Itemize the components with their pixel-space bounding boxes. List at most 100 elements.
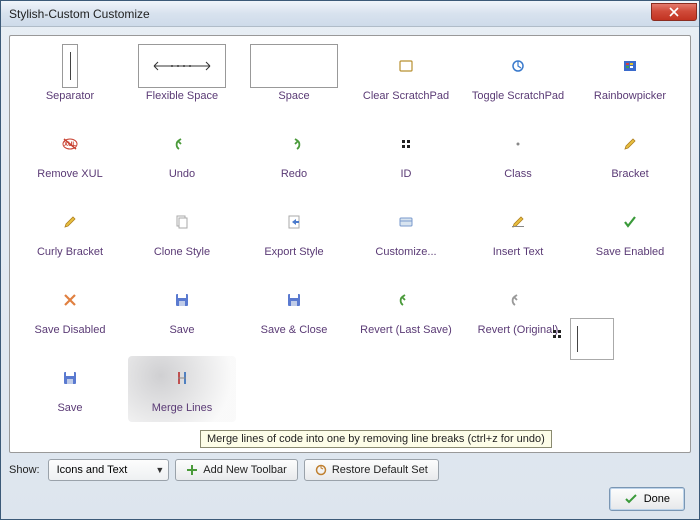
clear-pad-icon — [362, 44, 450, 88]
palette-item[interactable]: Flexible Space — [128, 44, 236, 110]
restore-default-label: Restore Default Set — [332, 464, 428, 476]
export-icon — [250, 200, 338, 244]
palette-item-label: Redo — [281, 168, 307, 180]
palette-item-label: Undo — [169, 168, 195, 180]
palette-item[interactable]: Undo — [128, 122, 236, 188]
palette-item[interactable]: Save Enabled — [576, 200, 684, 266]
blank-icon — [586, 278, 674, 322]
palette-item-label: Bracket — [611, 168, 648, 180]
palette-item[interactable]: Save — [128, 278, 236, 344]
redo-icon — [250, 122, 338, 166]
close-button[interactable] — [651, 3, 697, 21]
palette-item[interactable]: Curly Bracket — [16, 200, 124, 266]
palette-item-label: Separator — [46, 90, 94, 102]
undo-icon — [138, 122, 226, 166]
palette-item-label: Remove XUL — [37, 168, 102, 180]
palette-item-label: Flexible Space — [146, 90, 218, 102]
toolbar-palette: Separator Flexible Space Space Clear Scratc… — [9, 35, 691, 453]
palette-item[interactable]: Rainbowpicker — [576, 44, 684, 110]
bottom-bar: Show: Icons and Text ▼ Add New Toolbar R… — [9, 459, 691, 481]
footer: Done — [9, 481, 691, 511]
palette-item[interactable]: Toggle ScratchPad — [464, 44, 572, 110]
id-icon — [362, 122, 450, 166]
palette-item[interactable]: Clone Style — [128, 200, 236, 266]
separator-icon — [62, 44, 78, 88]
palette-item[interactable]: Export Style — [240, 200, 348, 266]
show-mode-value: Icons and Text — [57, 464, 128, 476]
palette-item-label: Clear ScratchPad — [363, 90, 449, 102]
drag-ghost — [570, 318, 614, 360]
palette-item-label: Toggle ScratchPad — [472, 90, 564, 102]
floppy-icon — [26, 356, 114, 400]
done-label: Done — [644, 493, 670, 505]
palette-item[interactable]: Class — [464, 122, 572, 188]
restore-icon — [315, 464, 327, 476]
window: Stylish-Custom Customize Separator Flexib… — [0, 0, 700, 520]
palette-item[interactable]: Space — [240, 44, 348, 110]
palette-item-label: Customize... — [375, 246, 436, 258]
floppy-icon — [250, 278, 338, 322]
palette-item-label: Export Style — [264, 246, 323, 258]
palette-item[interactable]: ID — [352, 122, 460, 188]
palette-item-label: Rainbowpicker — [594, 90, 666, 102]
flexspace-icon — [138, 44, 226, 88]
x-orange-icon — [26, 278, 114, 322]
blank-icon — [250, 44, 338, 88]
pencil-icon — [26, 200, 114, 244]
restore-default-button[interactable]: Restore Default Set — [304, 459, 439, 481]
pencil-icon — [586, 122, 674, 166]
plus-icon — [186, 464, 198, 476]
done-button[interactable]: Done — [609, 487, 685, 511]
window-title: Stylish-Custom Customize — [9, 7, 651, 21]
palette-item[interactable]: Save & Close — [240, 278, 348, 344]
palette-item[interactable]: Bracket — [576, 122, 684, 188]
palette-item-label: Merge Lines — [152, 402, 213, 414]
palette-item-label: Revert (Last Save) — [360, 324, 452, 336]
check-icon — [624, 492, 638, 506]
palette-item[interactable]: Clear ScratchPad — [352, 44, 460, 110]
palette-item-label: Save Enabled — [596, 246, 665, 258]
client-area: Separator Flexible Space Space Clear Scratc… — [1, 27, 699, 519]
palette-item-label: Clone Style — [154, 246, 210, 258]
palette-item-label: Space — [278, 90, 309, 102]
check-green-icon — [586, 200, 674, 244]
rainbow-icon — [586, 44, 674, 88]
palette-item[interactable]: Save Disabled — [16, 278, 124, 344]
customize-icon — [362, 200, 450, 244]
palette-item[interactable]: Customize... — [352, 200, 460, 266]
merge-icon — [138, 356, 226, 400]
palette-item[interactable]: Revert (Last Save) — [352, 278, 460, 344]
palette-item[interactable]: Insert Text — [464, 200, 572, 266]
clone-icon — [138, 200, 226, 244]
tooltip: Merge lines of code into one by removing… — [200, 430, 552, 448]
toggle-pad-icon — [474, 44, 562, 88]
palette-item-label: Curly Bracket — [37, 246, 103, 258]
floppy-icon — [138, 278, 226, 322]
titlebar[interactable]: Stylish-Custom Customize — [1, 1, 699, 27]
chevron-down-icon: ▼ — [155, 465, 164, 475]
class-icon — [474, 122, 562, 166]
palette-item-label: Save — [57, 402, 82, 414]
undo-icon — [362, 278, 450, 322]
palette-item[interactable]: Separator — [16, 44, 124, 110]
palette-item-label: Revert (Original) — [478, 324, 559, 336]
insert-text-icon — [474, 200, 562, 244]
palette-item-label: Insert Text — [493, 246, 544, 258]
show-mode-select[interactable]: Icons and Text ▼ — [48, 459, 170, 481]
add-toolbar-button[interactable]: Add New Toolbar — [175, 459, 298, 481]
palette-item-label: Class — [504, 168, 532, 180]
remove-xul-icon: XUL — [26, 122, 114, 166]
undo-gray-icon — [474, 278, 562, 322]
palette-item-label: ID — [401, 168, 412, 180]
id-icon — [550, 327, 564, 341]
palette-item-label: Save Disabled — [35, 324, 106, 336]
palette-item[interactable]: Save — [16, 356, 124, 422]
show-label: Show: — [9, 464, 40, 476]
add-toolbar-label: Add New Toolbar — [203, 464, 287, 476]
palette-item[interactable]: Redo — [240, 122, 348, 188]
palette-item-label: Save & Close — [261, 324, 328, 336]
close-icon — [669, 7, 679, 17]
palette-item-label: Save — [169, 324, 194, 336]
palette-item[interactable]: Merge Lines — [128, 356, 236, 422]
palette-item[interactable]: XUL Remove XUL — [16, 122, 124, 188]
